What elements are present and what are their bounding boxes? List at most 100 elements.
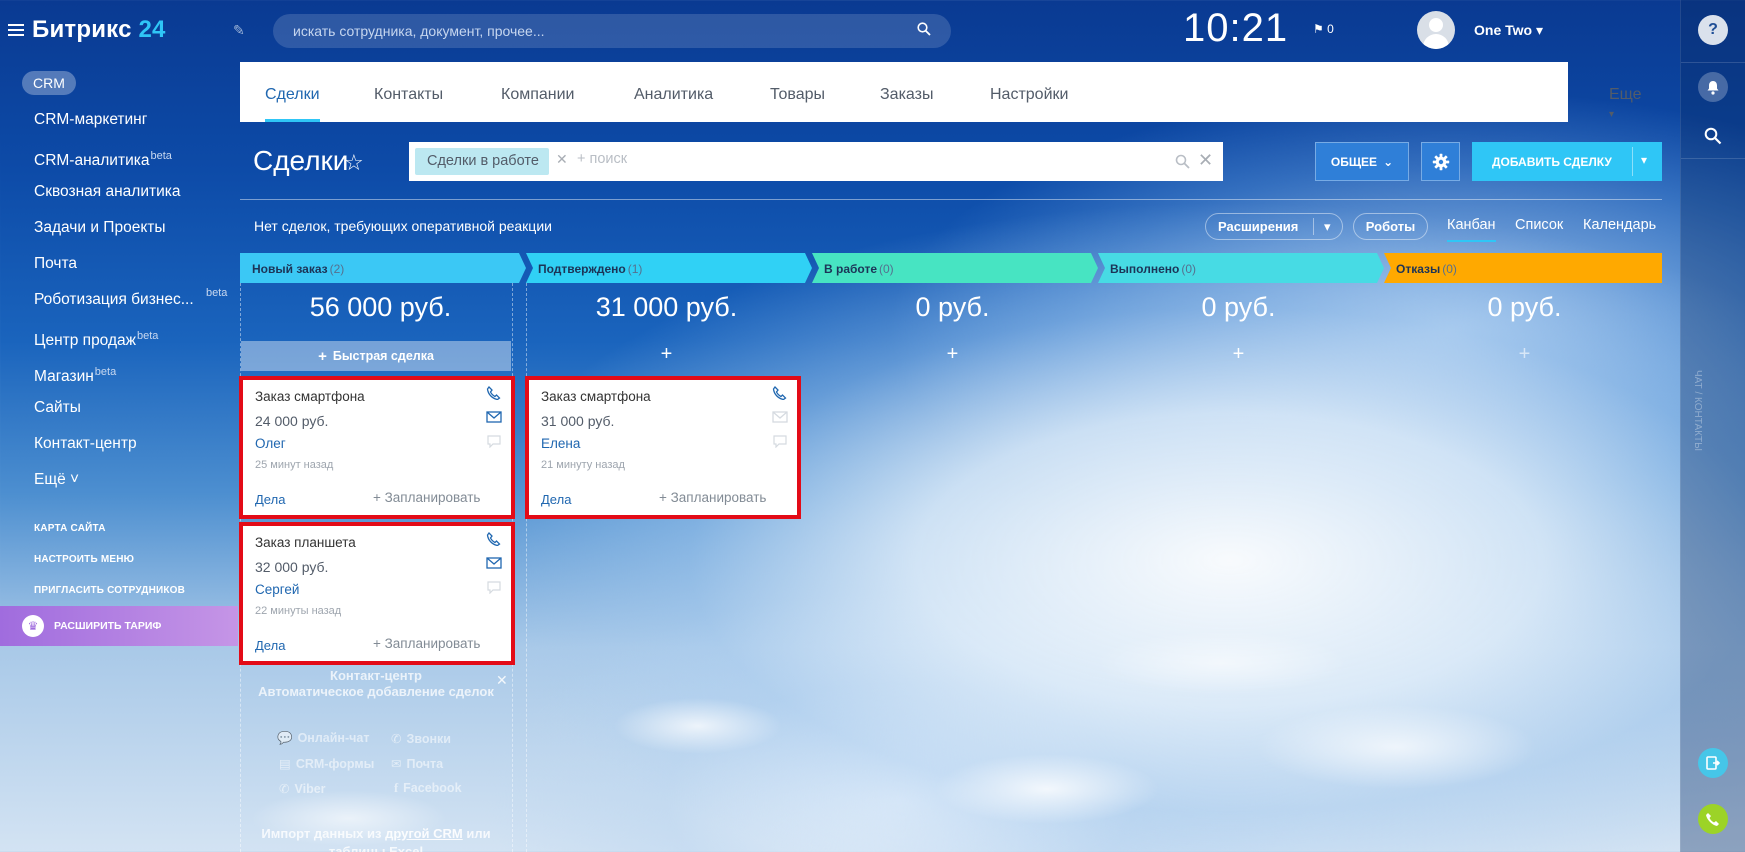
stage-header-new-order: Новый заказ (2) xyxy=(240,253,344,283)
tab-more[interactable]: Еще ▾ xyxy=(1609,86,1642,122)
promo-mail[interactable]: ✉ Почта xyxy=(391,756,443,771)
sidebar-item-robotization[interactable]: Роботизация бизнес... beta xyxy=(34,287,227,325)
deal-title[interactable]: Заказ смартфона xyxy=(541,389,651,404)
sidebar-item-contact-center[interactable]: Контакт-центр xyxy=(34,433,194,469)
clock[interactable]: 10:21 xyxy=(1183,6,1288,51)
search-icon[interactable] xyxy=(1698,121,1728,151)
chat-icon[interactable] xyxy=(486,434,502,448)
sidebar-item-sites[interactable]: Сайты xyxy=(34,397,194,433)
robots-button[interactable]: Роботы xyxy=(1353,213,1428,240)
phone-icon[interactable] xyxy=(486,532,502,546)
add-deal-plus-icon[interactable]: + xyxy=(812,343,1093,366)
promo-facebook[interactable]: f Facebook xyxy=(394,781,462,796)
sidebar-item-label: Магазин xyxy=(34,368,94,386)
schedule-link[interactable]: + Запланировать xyxy=(659,490,766,505)
crm-section-pill[interactable]: CRM xyxy=(22,71,76,95)
promo-calls[interactable]: ✆ Звонки xyxy=(391,731,451,746)
sidebar-item-label: Роботизация бизнес... xyxy=(34,291,194,308)
global-search-input[interactable] xyxy=(273,14,951,48)
mail-icon[interactable] xyxy=(486,410,502,424)
add-deal-plus-icon[interactable]: + xyxy=(1098,343,1379,366)
notifications-bell-icon[interactable] xyxy=(1698,72,1728,102)
schedule-link[interactable]: + Запланировать xyxy=(373,490,480,505)
add-deal-plus-icon[interactable]: + xyxy=(1384,343,1665,366)
deal-activities-link[interactable]: Дела xyxy=(255,638,285,653)
view-kanban[interactable]: Канбан xyxy=(1447,217,1496,242)
quick-deal-button[interactable]: + Быстрая сделка xyxy=(241,341,511,371)
upgrade-tariff-button[interactable]: ♛ РАСШИРИТЬ ТАРИФ xyxy=(0,606,238,646)
filter-search-input[interactable] xyxy=(577,151,1137,167)
schedule-link[interactable]: + Запланировать xyxy=(373,636,480,651)
tab-deals[interactable]: Сделки xyxy=(265,86,320,122)
flag-counter[interactable]: ⚑ 0 xyxy=(1313,22,1334,36)
deal-client[interactable]: Олег xyxy=(255,436,286,451)
promo-subtitle: Автоматическое добавление сделок xyxy=(258,684,494,699)
chat-contacts-vertical-label[interactable]: ЧАТ / КОНТАКТЫ xyxy=(1692,370,1703,451)
help-icon[interactable]: ? xyxy=(1698,15,1728,45)
other-crm-link[interactable]: другой CRM xyxy=(385,826,463,841)
deal-activities-link[interactable]: Дела xyxy=(541,492,571,507)
deal-client[interactable]: Сергей xyxy=(255,582,299,597)
sidebar-item-sales-center[interactable]: Центр продажbeta xyxy=(34,325,194,361)
promo-crm-forms[interactable]: ▤ CRM-формы xyxy=(279,756,374,771)
phone-call-icon[interactable] xyxy=(1698,804,1728,834)
promo-viber[interactable]: ✆ Viber xyxy=(279,781,326,796)
tab-products[interactable]: Товары xyxy=(770,86,825,104)
chat-icon: 💬 xyxy=(277,731,293,745)
sidebar-item-crm-marketing[interactable]: CRM-маркетинг xyxy=(34,109,194,145)
chat-icon[interactable] xyxy=(486,580,502,594)
sidebar-item-crm-analytics[interactable]: CRM-аналитикаbeta xyxy=(34,145,194,181)
edit-pencil-icon[interactable]: ✎ xyxy=(233,22,245,39)
add-deal-button[interactable]: ДОБАВИТЬ СДЕЛКУ ▾ xyxy=(1472,142,1662,181)
search-icon[interactable] xyxy=(917,22,931,36)
deal-card[interactable]: Заказ смартфона 31 000 руб. Елена 21 мин… xyxy=(525,376,801,519)
view-calendar[interactable]: Календарь xyxy=(1583,217,1656,233)
favorite-star-icon[interactable]: ☆ xyxy=(344,150,364,176)
mail-icon[interactable] xyxy=(486,556,502,570)
tab-orders[interactable]: Заказы xyxy=(880,86,933,104)
tab-analytics[interactable]: Аналитика xyxy=(634,86,713,104)
logo-text: Битрикс xyxy=(32,16,132,43)
user-menu[interactable]: One Two ▾ xyxy=(1474,22,1543,39)
deal-card[interactable]: Заказ смартфона 24 000 руб. Олег 25 мину… xyxy=(239,376,515,519)
sidebar-item-mail[interactable]: Почта xyxy=(34,253,194,289)
phone-icon[interactable] xyxy=(772,386,788,400)
stage-sum: 0 руб. xyxy=(1201,292,1276,322)
add-deal-plus-icon[interactable]: + xyxy=(526,343,807,366)
avatar[interactable] xyxy=(1417,11,1455,49)
phone-icon[interactable] xyxy=(486,386,502,400)
deal-card[interactable]: Заказ планшета 32 000 руб. Сергей 22 мин… xyxy=(239,522,515,665)
sidebar-item-shop[interactable]: Магазинbeta xyxy=(34,361,194,397)
general-category-button[interactable]: ОБЩЕЕ ⌄ xyxy=(1315,142,1409,181)
configure-menu-link[interactable]: НАСТРОИТЬ МЕНЮ xyxy=(34,554,185,585)
add-deal-dropdown-icon[interactable]: ▾ xyxy=(1641,153,1647,167)
sitemap-link[interactable]: КАРТА САЙТА xyxy=(34,523,185,554)
logo[interactable]: Битрикс 24 xyxy=(32,16,166,44)
extensions-button[interactable]: Расширения ▾ xyxy=(1205,213,1343,240)
deal-title[interactable]: Заказ планшета xyxy=(255,535,356,550)
chip-close-icon[interactable]: ✕ xyxy=(556,151,568,168)
promo-online-chat[interactable]: 💬 Онлайн-чат xyxy=(277,731,369,746)
settings-gear-button[interactable] xyxy=(1421,142,1460,181)
sidebar-item-tasks[interactable]: Задачи и Проекты xyxy=(34,217,194,253)
tab-contacts[interactable]: Контакты xyxy=(374,86,443,104)
tab-settings[interactable]: Настройки xyxy=(990,86,1068,104)
tab-companies[interactable]: Компании xyxy=(501,86,575,104)
view-list[interactable]: Список xyxy=(1515,217,1563,233)
filter-chip[interactable]: Сделки в работе xyxy=(415,148,549,175)
sidebar-item-more[interactable]: Ещё ˅ xyxy=(34,469,194,505)
mail-icon[interactable] xyxy=(772,410,788,424)
deal-title[interactable]: Заказ смартфона xyxy=(255,389,365,404)
clear-filter-icon[interactable]: ✕ xyxy=(1198,150,1213,171)
deal-activities-link[interactable]: Дела xyxy=(255,492,285,507)
open-lines-icon[interactable] xyxy=(1698,748,1728,778)
stage-header-done: Выполнено (0) xyxy=(1098,253,1196,283)
filter-search-bar[interactable]: Сделки в работе ✕ ✕ xyxy=(409,142,1223,181)
sidebar-item-end-to-end-analytics[interactable]: Сквозная аналитика xyxy=(34,181,194,217)
deal-client[interactable]: Елена xyxy=(541,436,580,451)
search-icon[interactable] xyxy=(1175,154,1190,169)
menu-burger-icon[interactable] xyxy=(8,23,24,37)
phone-icon: ✆ xyxy=(391,732,402,746)
chat-icon[interactable] xyxy=(772,434,788,448)
stage-count: (0) xyxy=(1442,262,1457,276)
